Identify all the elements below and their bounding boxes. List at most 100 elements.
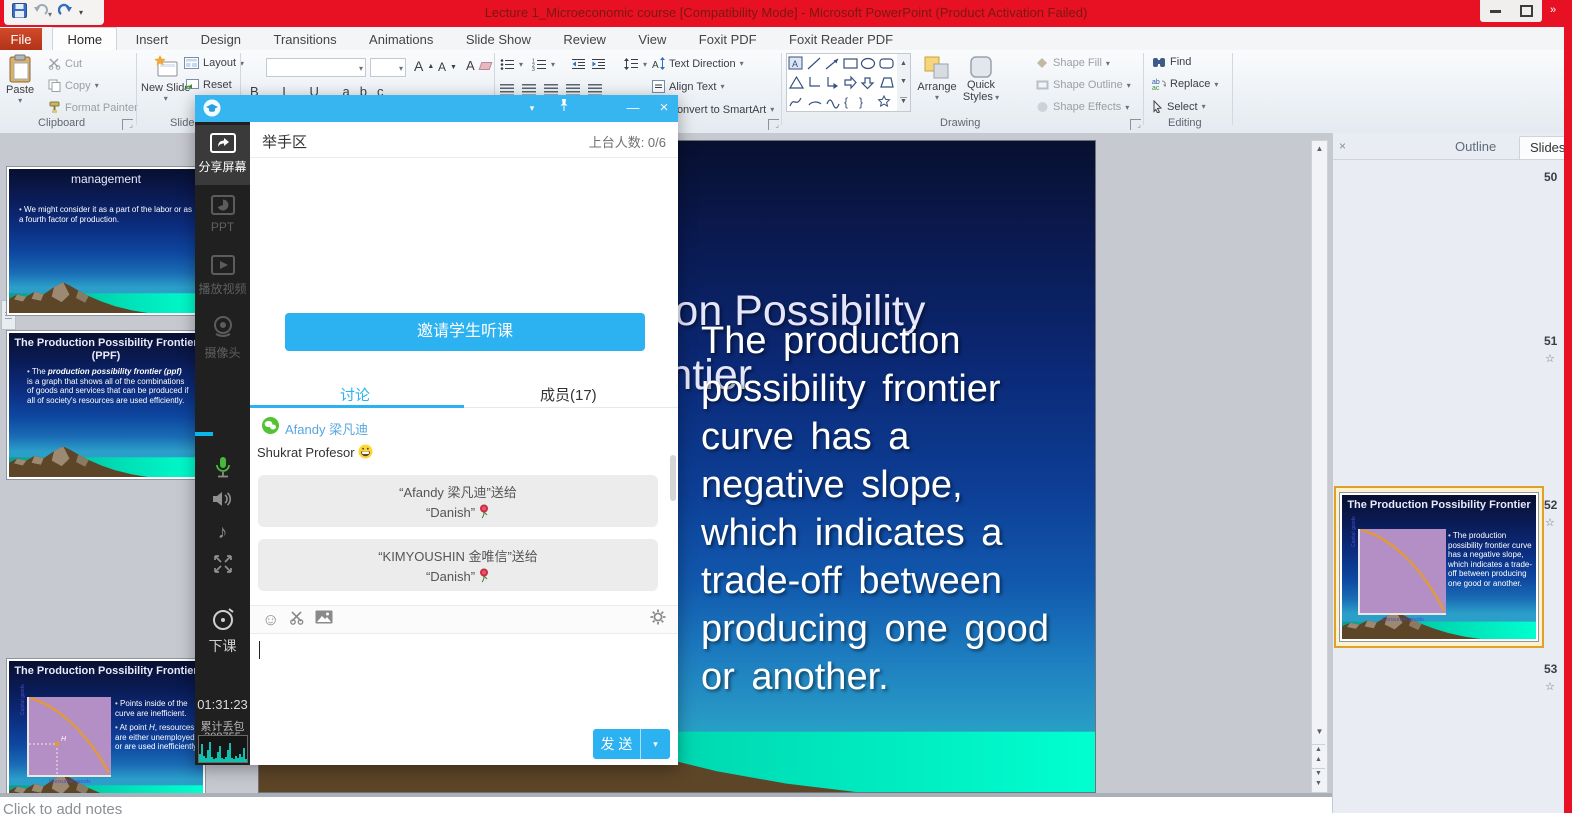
chat-scrollbar-thumb[interactable] xyxy=(670,455,676,501)
titlebar-dropdown-icon[interactable]: ▾ xyxy=(519,95,545,122)
minimize-app-icon[interactable]: — xyxy=(620,95,646,122)
paragraph-dialog-launcher[interactable]: ⌟ xyxy=(768,119,779,130)
reset-button[interactable]: Reset xyxy=(184,79,232,91)
arrange-button[interactable]: Arrange ▾ xyxy=(916,55,958,102)
tab-animations[interactable]: Animations xyxy=(355,28,447,51)
tab-design[interactable]: Design xyxy=(187,28,255,51)
tab-review[interactable]: Review xyxy=(549,28,620,51)
fullscreen-button[interactable] xyxy=(195,554,250,577)
tab-home[interactable]: Home xyxy=(52,27,117,51)
tab-foxit-reader-pdf[interactable]: Foxit Reader PDF xyxy=(775,28,907,51)
shape-outline-button[interactable]: Shape Outline▾ xyxy=(1036,79,1131,91)
shape-fill-button[interactable]: Shape Fill▾ xyxy=(1036,57,1110,69)
numbering-icon: 123 xyxy=(532,58,547,71)
thumb53-number: 53 xyxy=(1544,662,1557,676)
copy-button[interactable]: Copy ▾ xyxy=(48,79,99,92)
classroom-app-titlebar[interactable]: ▾ — × xyxy=(195,95,678,122)
tab-file[interactable]: File xyxy=(0,28,42,51)
notes-pane[interactable]: Click to add notes xyxy=(0,797,1332,813)
font-name-combobox[interactable]: ▾ xyxy=(266,58,366,77)
drawing-dialog-launcher[interactable]: ⌟ xyxy=(1130,119,1141,130)
music-button[interactable]: ♪ xyxy=(195,522,250,544)
line-spacing-button[interactable]: ▾ xyxy=(624,58,647,70)
increase-indent-button[interactable] xyxy=(592,58,606,70)
shapes-gallery[interactable]: A {} xyxy=(786,53,898,112)
raise-hand-area-label: 举手区 xyxy=(262,131,307,152)
cut-button[interactable]: Cut xyxy=(48,57,82,70)
wechat-avatar xyxy=(262,417,279,439)
screenshot-scissors-icon[interactable] xyxy=(289,610,305,630)
sidebar-play-video[interactable]: 播放视频 xyxy=(195,255,250,297)
chat-user-name[interactable]: Afandy 梁凡迪 xyxy=(285,419,368,438)
format-painter-button[interactable]: Format Painter xyxy=(48,101,138,114)
rose-icon xyxy=(478,504,490,522)
speaker-button[interactable] xyxy=(195,490,250,511)
pin-icon[interactable] xyxy=(551,95,577,122)
slide-thumbnail-53[interactable]: The Production Possibility Frontier H Ca… xyxy=(6,658,206,808)
font-size-combobox[interactable]: ▾ xyxy=(370,58,406,77)
send-options-caret-icon[interactable]: ▾ xyxy=(640,729,670,759)
slide-thumbnail-52[interactable]: The Production Possibility Frontier Capi… xyxy=(1339,492,1539,642)
close-panel-icon[interactable]: × xyxy=(1339,139,1346,153)
chat-input[interactable] xyxy=(250,634,678,729)
gift-notice-1: “Afandy 梁凡迪”送给 “Danish” xyxy=(258,475,658,527)
bullets-button[interactable]: ▾ xyxy=(500,58,523,71)
thumb52-x-axis-label: Consumer goods xyxy=(1360,617,1446,623)
alignment-buttons[interactable] xyxy=(500,84,602,95)
tab-insert[interactable]: Insert xyxy=(122,28,183,51)
tab-foxit-pdf[interactable]: Foxit PDF xyxy=(685,28,771,51)
chat-settings-gear-icon[interactable] xyxy=(650,609,666,630)
send-button[interactable]: 发 送 xyxy=(593,729,640,759)
stage-count: 上台人数: 0/6 xyxy=(589,132,666,151)
quick-styles-button[interactable]: Quick Styles ▾ xyxy=(960,55,1002,103)
microphone-button[interactable] xyxy=(195,455,250,484)
shape-effects-button[interactable]: Shape Effects▾ xyxy=(1036,101,1129,113)
emoji-icon[interactable]: ☺ xyxy=(262,610,279,630)
shapes-gallery-scroll[interactable]: ▲▼▼ xyxy=(897,53,911,112)
find-button[interactable]: Find xyxy=(1152,56,1191,68)
end-class-button[interactable]: 下课 xyxy=(195,605,250,656)
increase-indent-icon xyxy=(592,58,606,70)
increase-font-button[interactable]: A▲ xyxy=(414,58,434,74)
replace-button[interactable]: abac Replace▾ xyxy=(1152,78,1218,90)
thumb53-bullet1: • Points inside of the curve are ineffic… xyxy=(115,699,201,718)
screenshare-border-right xyxy=(1564,0,1572,813)
select-button[interactable]: Select▾ xyxy=(1152,100,1206,113)
sidebar-camera[interactable]: 摄像头 xyxy=(195,315,250,361)
decrease-font-button[interactable]: A▼ xyxy=(438,60,457,74)
align-text-button[interactable]: Align Text ▾ xyxy=(652,80,725,93)
close-app-icon[interactable]: × xyxy=(651,95,677,122)
drawing-group-label: Drawing xyxy=(940,117,980,129)
clipboard-dialog-launcher[interactable]: ⌟ xyxy=(122,119,133,130)
sidebar-ppt[interactable]: PPT xyxy=(195,195,250,234)
tab-slide-show[interactable]: Slide Show xyxy=(452,28,545,51)
paste-button[interactable]: Paste ▾ xyxy=(6,54,34,105)
rose-icon xyxy=(478,568,490,586)
clear-formatting-button[interactable]: A xyxy=(466,58,491,73)
previous-slide-button[interactable]: ▲▲ xyxy=(1312,744,1325,767)
thumb53-x-axis-label: Consumer goods xyxy=(29,779,111,785)
tab-members[interactable]: 成员(17) xyxy=(540,384,597,405)
restore-window-icon[interactable] xyxy=(1520,5,1533,17)
tab-transitions[interactable]: Transitions xyxy=(259,28,350,51)
slide-thumbnail-50[interactable]: management • We might consider it as a p… xyxy=(6,166,206,316)
text-direction-button[interactable]: A Text Direction ▾ xyxy=(652,57,744,70)
cut-icon xyxy=(48,57,61,70)
invite-students-button[interactable]: 邀请学生听课 xyxy=(285,313,645,351)
tab-discussion[interactable]: 讨论 xyxy=(340,384,370,405)
decrease-indent-button[interactable] xyxy=(572,58,586,70)
workspace-scrollbar[interactable]: ▲ xyxy=(1311,140,1328,793)
microphone-icon xyxy=(213,455,233,481)
tab-outline[interactable]: Outline xyxy=(1445,136,1506,158)
next-slide-button[interactable]: ▼▼ xyxy=(1312,768,1325,791)
slide-thumbnail-51[interactable]: The Production Possibility Frontier (PPF… xyxy=(6,330,206,480)
classroom-app-main: 举手区 上台人数: 0/6 邀请学生听课 讨论 成员(17) Afandy 梁凡… xyxy=(250,122,678,765)
minimize-window-icon[interactable] xyxy=(1490,10,1501,13)
scroll-down-icon[interactable]: ▼ xyxy=(1312,724,1327,740)
numbering-button[interactable]: 123 ▾ xyxy=(532,58,555,71)
tab-view[interactable]: View xyxy=(624,28,680,51)
scroll-up-icon[interactable]: ▲ xyxy=(1312,141,1327,157)
sidebar-share-screen[interactable]: 分享屏幕 xyxy=(195,125,250,185)
image-icon[interactable] xyxy=(315,610,333,629)
layout-button[interactable]: Layout ▾ xyxy=(184,57,244,69)
